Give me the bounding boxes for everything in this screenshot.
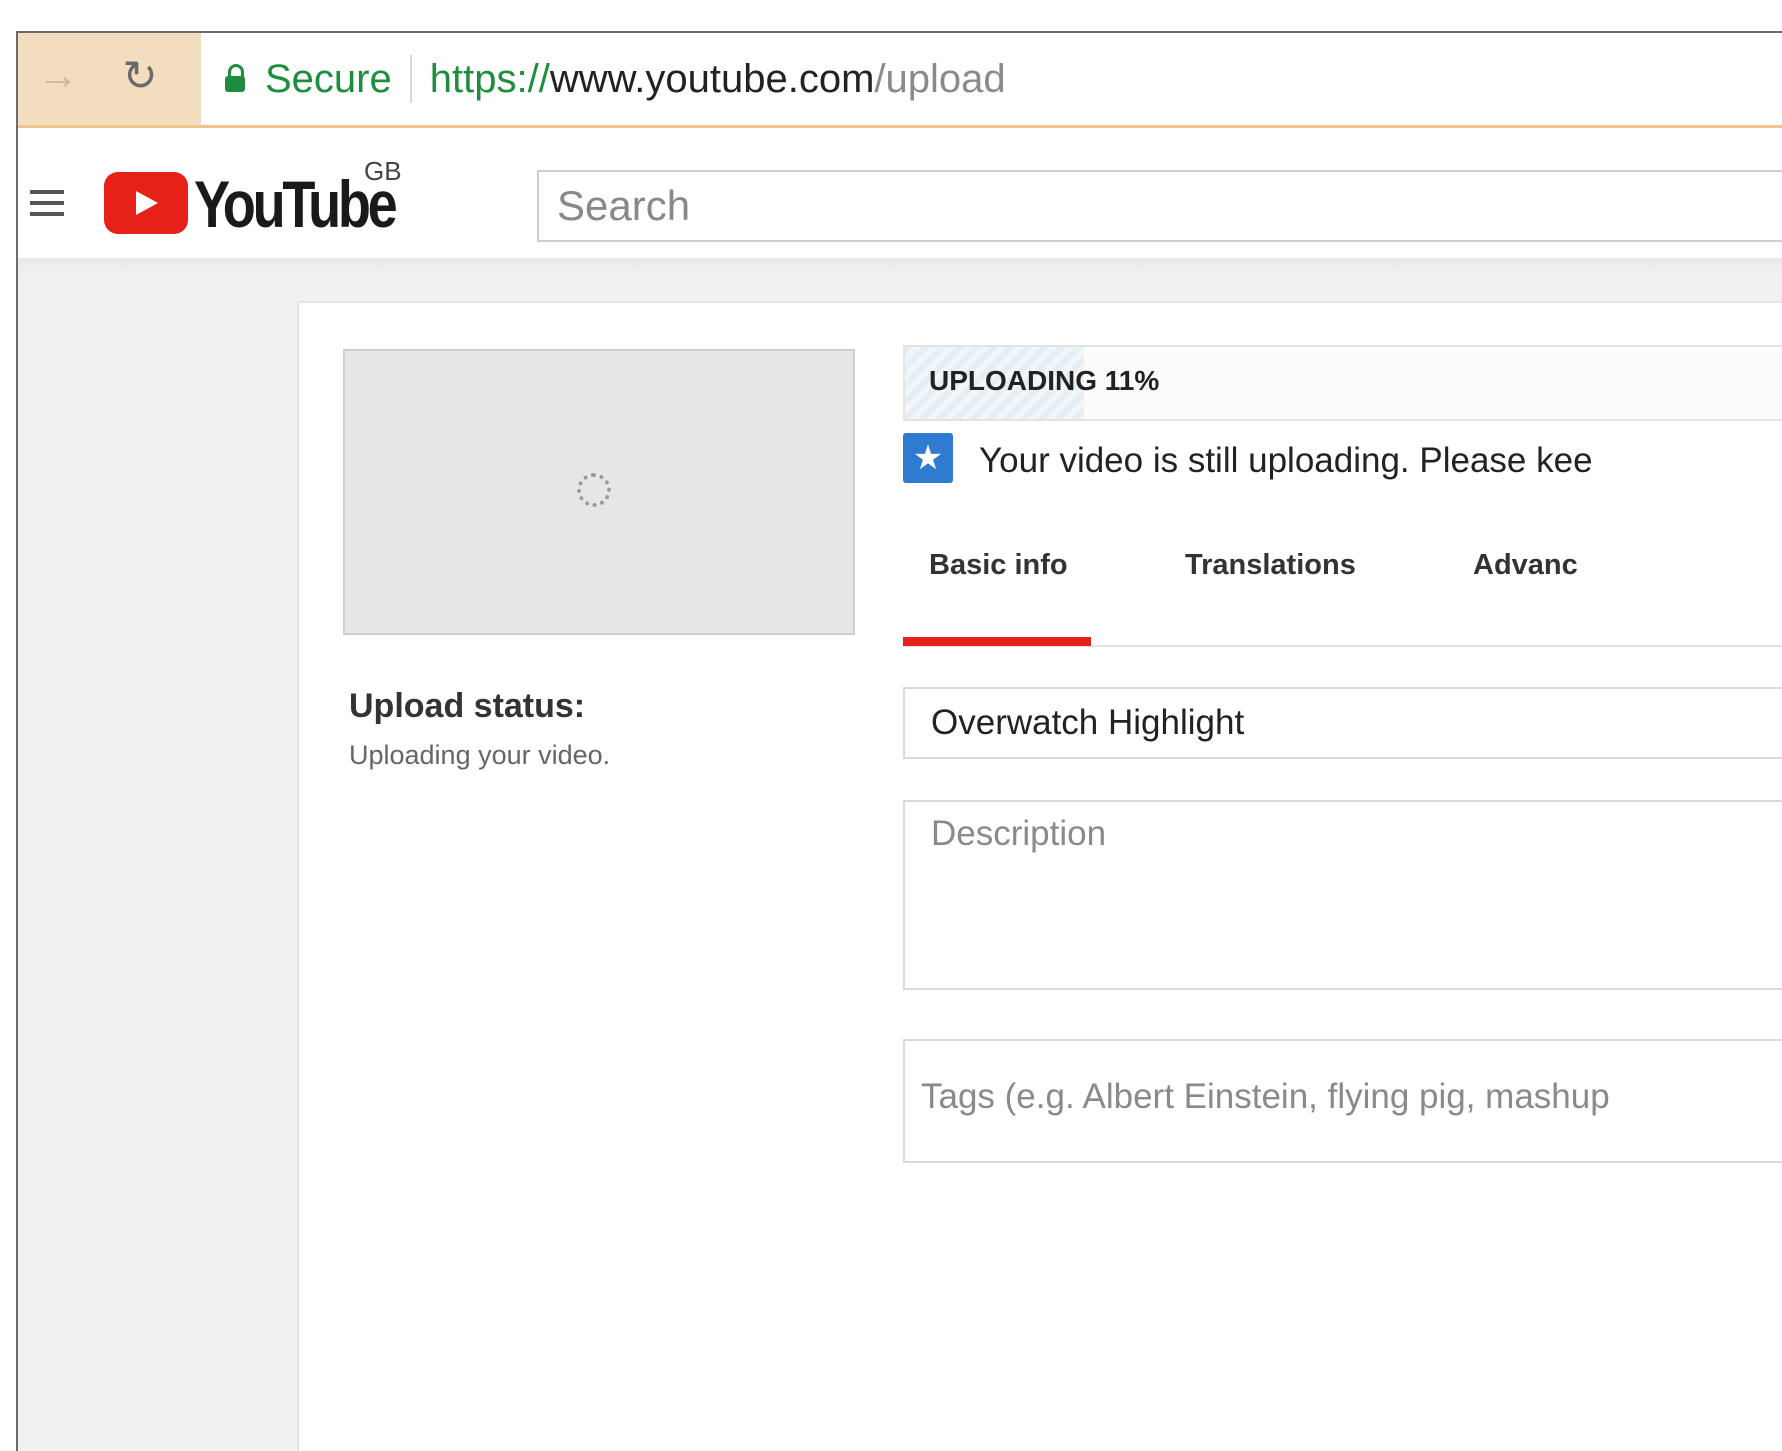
upload-card: Upload status: Uploading your video. UPL… [297,301,1782,1451]
title-field[interactable]: Overwatch Highlight [903,687,1782,759]
url-divider [409,55,412,103]
tab-advanced[interactable]: Advanc [1473,549,1578,582]
active-tab-indicator [903,637,1091,646]
progress-label: UPLOADING 11% [929,365,1160,396]
url-scheme: https:// [429,56,550,101]
loading-spinner-icon [577,473,611,507]
url-box[interactable]: Secure https:// www.youtube.com /upload [201,33,1782,125]
screenshot-stage: → ↻ Secure https:// www.youtube.com /upl… [0,0,1782,1451]
secure-label: Secure [265,56,392,101]
upload-status-label: Upload status: [349,687,586,725]
url-path: /upload [874,56,1006,101]
menu-icon[interactable] [30,190,64,218]
upload-status-text: Uploading your video. [349,740,611,770]
tab-basic-info[interactable]: Basic info [929,549,1068,582]
region-code: GB [364,156,402,186]
search-input[interactable]: Search [537,170,1782,242]
url-host: www.youtube.com [549,56,875,101]
youtube-header: YouTube GB Search [18,128,1782,258]
youtube-logo-icon[interactable] [104,172,188,234]
search-placeholder: Search [557,182,691,229]
star-icon: ★ [903,433,953,483]
tab-translations[interactable]: Translations [1185,549,1356,582]
address-bar: → ↻ Secure https:// www.youtube.com /upl… [18,33,1782,128]
reload-icon[interactable]: ↻ [110,45,170,105]
tags-field[interactable]: Tags (e.g. Albert Einstein, flying pig, … [903,1039,1782,1163]
lock-icon [225,64,245,92]
upload-progress-bar: UPLOADING 11% [903,345,1782,421]
upload-notice: Your video is still uploading. Please ke… [979,441,1593,480]
video-thumbnail [343,349,855,635]
header-shadow [18,258,1782,276]
browser-window: → ↻ Secure https:// www.youtube.com /upl… [16,31,1782,1451]
forward-arrow-icon[interactable]: → [28,45,88,105]
description-field[interactable]: Description [903,800,1782,990]
